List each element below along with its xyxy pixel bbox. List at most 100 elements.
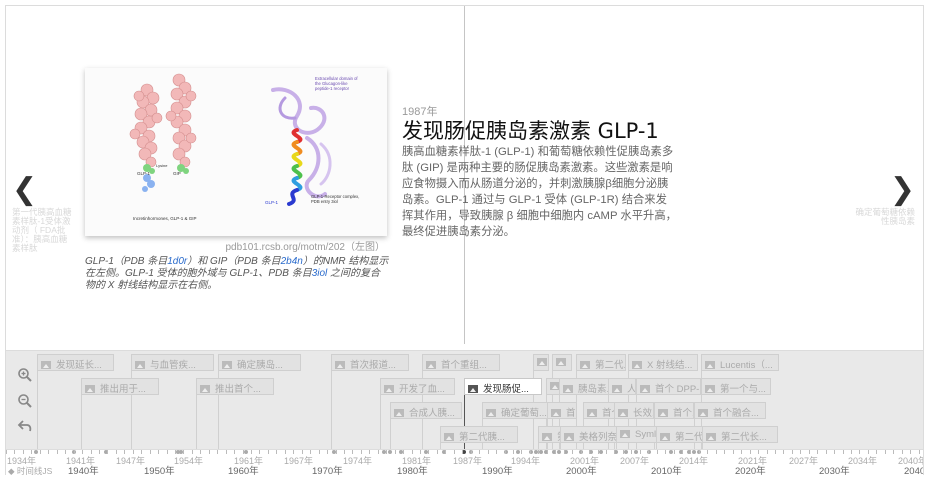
axis-tick — [606, 450, 607, 454]
zoom-out-button[interactable] — [15, 393, 35, 409]
next-slide-button[interactable]: ❯ 确定葡萄糖依赖性胰岛素 — [855, 175, 915, 226]
axis-tick — [150, 450, 151, 454]
image-media-icon — [384, 385, 394, 393]
image-media-icon — [612, 385, 622, 393]
axis-tick — [657, 450, 658, 454]
timeline-marker[interactable]: 确定胰岛... — [218, 354, 301, 371]
axis-tick — [209, 450, 210, 454]
axis-tick — [488, 450, 489, 454]
timeline-marker[interactable]: 开发了血... — [380, 378, 455, 395]
timeline-marker[interactable]: 首个融合... — [694, 402, 766, 419]
axis-tick — [395, 450, 396, 454]
image-media-icon — [551, 409, 561, 417]
back-to-start-button[interactable] — [15, 418, 35, 434]
image-media-icon — [556, 358, 566, 366]
axis-tick — [268, 450, 269, 454]
timeline-marker-label: 合成人胰... — [409, 408, 455, 419]
image-media-icon — [658, 409, 668, 417]
timeline-marker[interactable]: 推出首个... — [196, 378, 274, 395]
image-media-icon — [222, 361, 232, 369]
axis-minor-label: 2014年 — [679, 456, 709, 466]
timeline-nav[interactable]: 发现延长... 与血管疾... 确定胰岛... 首次报道... 首个重组... 第二代..… — [6, 350, 923, 475]
timeline-marker[interactable]: 美格列奈... — [560, 426, 620, 443]
axis-tick — [674, 450, 675, 454]
image-media-icon — [618, 409, 628, 417]
timeline-marker[interactable]: 发现延长... — [37, 354, 114, 371]
timeline-event-dot — [599, 450, 603, 454]
axis-tick — [107, 450, 108, 454]
axis-tick — [775, 450, 776, 454]
caption-link-1d0r[interactable]: 1d0r — [167, 256, 187, 267]
timeline-marker[interactable]: X 射线结... — [628, 354, 698, 371]
timeline-marker-label: Lucentis（... — [720, 360, 773, 371]
timeline-marker[interactable]: 首次报道... — [331, 354, 409, 371]
timeline-marker[interactable]: 长效... — [614, 402, 654, 419]
image-credit: pdb101.rcsb.org/motm/202（左图） — [225, 242, 385, 253]
timeline-marker[interactable]: Lucentis（... — [701, 354, 779, 371]
caption-link-2b4n[interactable]: 2b4n — [281, 256, 303, 267]
axis-tick — [226, 450, 227, 454]
gip-image-label: GIP — [173, 171, 181, 176]
timeline-marker[interactable]: 人... — [608, 378, 636, 395]
axis-minor-label: 1947年 — [116, 456, 146, 466]
timeline-marker-label: 人... — [627, 384, 636, 395]
timeline-marker[interactable]: 确定葡萄... — [482, 402, 550, 419]
axis-tick — [48, 450, 49, 454]
timeline-marker[interactable] — [533, 354, 549, 371]
axis-tick — [217, 450, 218, 454]
timeline-marker[interactable]: 第二代长... — [702, 426, 778, 443]
timeline-marker-label: 第二代长... — [721, 432, 767, 443]
axis-tick — [319, 450, 320, 454]
image-media-icon — [41, 361, 51, 369]
axis-major-label: 1940年 — [68, 466, 99, 475]
timeline-marker-line — [196, 395, 197, 449]
slide-title: 发现肠促胰岛素激素 GLP-1 — [402, 119, 659, 143]
axis-minor-label: 1974年 — [343, 456, 373, 466]
timeline-marker[interactable]: 第一个与... — [701, 378, 771, 395]
image-media-icon — [580, 361, 590, 369]
timeline-marker-active[interactable]: 发现肠促... — [464, 378, 542, 395]
previous-slide-button[interactable]: ❮ 第一代胰高血糖素样肽-1受体激动剂（ FDA批准）：胰高血糖素样肽 — [12, 175, 72, 253]
timeline-marker-label: 首次报道... — [350, 360, 396, 371]
zoom-in-button[interactable] — [15, 367, 35, 383]
timeline-marker[interactable]: 首个重组... — [422, 354, 500, 371]
timeline-marker[interactable]: Symli... — [616, 426, 661, 443]
timeline-marker[interactable]: 第二代胰... — [440, 426, 518, 443]
timeline-marker[interactable] — [552, 354, 572, 371]
image-media-icon — [537, 358, 547, 366]
timeline-marker[interactable]: 首个 DPP-... — [636, 378, 701, 395]
axis-tick — [336, 450, 337, 454]
timeline-marker-label: 第二代... — [595, 360, 626, 371]
previous-slide-title: 第一代胰高血糖素样肽-1受体激动剂（ FDA批准）：胰高血糖素样肽 — [12, 207, 72, 253]
timeline-marker-label: 发现肠促... — [483, 384, 529, 395]
image-media-icon — [698, 409, 708, 417]
timeline-marker[interactable]: 胰岛素... — [559, 378, 614, 395]
image-media-icon — [85, 385, 95, 393]
chevron-right-icon: ❯ — [889, 172, 915, 207]
timeline-marker[interactable]: 首... — [547, 402, 577, 419]
timeline-marker[interactable]: 第二代... — [656, 426, 706, 443]
timeline-marker[interactable]: 推出用于... — [81, 378, 159, 395]
timeline-marker[interactable]: 合成人胰... — [390, 402, 462, 419]
axis-minor-label: 1994年 — [511, 456, 541, 466]
timeline-marker-label: 首个 DPP-... — [655, 384, 700, 395]
timeline-marker-label: 长效... — [633, 408, 653, 419]
timeline-marker[interactable]: 首个... — [654, 402, 694, 419]
timeline-marker-label: 发现延长... — [56, 360, 102, 371]
axis-tick — [57, 450, 58, 454]
timeline-event-dot — [388, 450, 392, 454]
image-media-icon — [426, 361, 436, 369]
caption-link-3iol[interactable]: 3iol — [312, 268, 328, 279]
axis-tick — [547, 450, 548, 454]
axis-minor-label: 1954年 — [174, 456, 204, 466]
axis-major-label: 2040年 — [904, 466, 923, 475]
axis-tick — [445, 450, 446, 454]
glp1-image-label: GLP-1 — [137, 171, 151, 176]
axis-major-label: 2020年 — [735, 466, 766, 475]
timeline-marker-line — [380, 395, 381, 449]
timeline-marker[interactable]: 第二代... — [576, 354, 626, 371]
axis-tick — [378, 450, 379, 454]
axis-tick — [783, 450, 784, 454]
timeline-marker[interactable]: 与血管疾... — [131, 354, 214, 371]
timeline-marker[interactable]: 首个... — [583, 402, 618, 419]
